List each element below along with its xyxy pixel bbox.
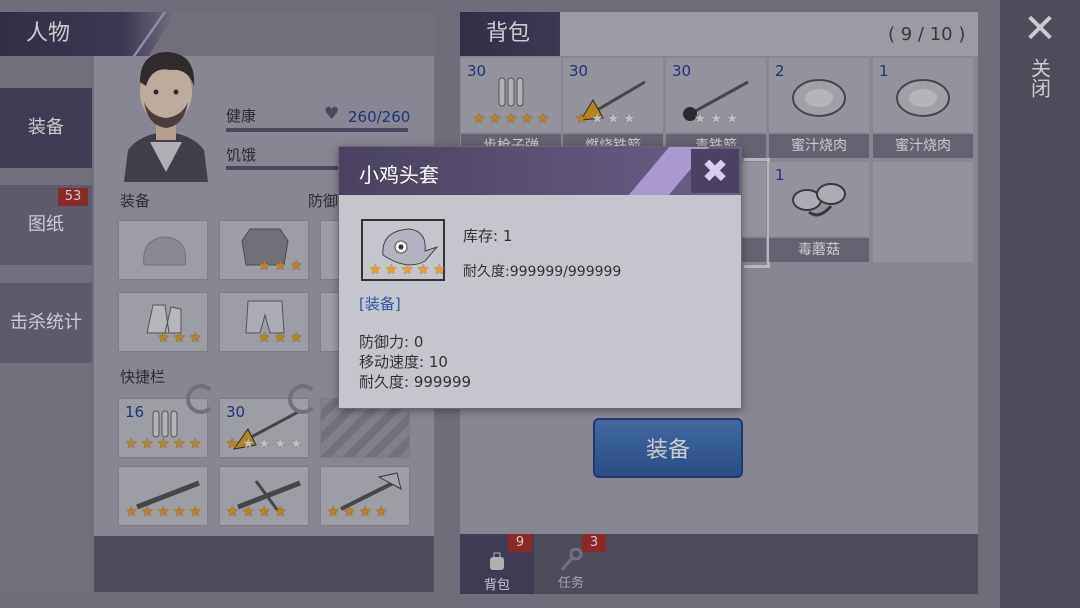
backpack-item-4[interactable]: 2 蜜汁烧肉: [769, 58, 869, 158]
popup-stock: 库存: 1: [463, 227, 513, 245]
equip-button[interactable]: 装备: [593, 418, 743, 478]
bp-stars-3: ★ ★ ★: [694, 111, 739, 127]
quickbar-section-label: 快捷栏: [120, 368, 166, 386]
defense-label: 防御: [308, 192, 339, 210]
equip-slot-gloves[interactable]: ★ ★ ★: [118, 292, 208, 352]
tab-quests-label: 任务: [557, 576, 584, 591]
quickbar-stars-5: ★ ★ ★ ★: [226, 504, 287, 520]
popup-stat-durability: 耐久度: 999999: [359, 373, 472, 391]
tab-blueprints-label: 图纸: [28, 214, 64, 235]
popup-stat-defense: 防御力: 0: [359, 333, 424, 351]
backpack-item-9[interactable]: 1 毒蘑菇: [769, 162, 869, 262]
roast-meat-icon: [792, 79, 846, 117]
equip-slot-pants[interactable]: ★ ★ ★: [219, 292, 309, 352]
popup-title: 小鸡头套: [359, 163, 439, 187]
tab-kill-stats-label: 击杀统计: [10, 312, 82, 333]
quickbar-slot-4[interactable]: ★ ★ ★ ★ ★: [118, 466, 208, 526]
swap-icon-2[interactable]: [288, 384, 318, 414]
close-icon: ✕: [1023, 6, 1057, 52]
popup-stars: ★ ★ ★ ★ ★: [369, 262, 446, 278]
quickbar-slot-5[interactable]: ★ ★ ★ ★: [219, 466, 309, 526]
quickbar-stars-1: ★ ★ ★ ★ ★: [125, 436, 202, 452]
mushroom-icon: [792, 183, 846, 217]
swap-icon[interactable]: [186, 384, 216, 414]
popup-close-button[interactable]: ✖: [691, 149, 739, 193]
backpack-badge: 9: [508, 534, 532, 552]
tab-equipment[interactable]: 装备: [0, 88, 92, 168]
backpack-item-empty[interactable]: [873, 162, 973, 262]
hunger-bar: [226, 166, 356, 170]
backpack-capacity: ( 9 / 10 ): [888, 24, 966, 45]
bp-stars-1: ★ ★ ★ ★ ★: [473, 111, 550, 127]
bp-name-9: 毒蘑菇: [769, 238, 869, 262]
bp-stars-2: ★ ★ ★ ★: [575, 111, 636, 127]
pants-stars: ★ ★ ★: [258, 330, 303, 346]
backpack-item-1[interactable]: 30 ★★★★★ 步枪子弹: [461, 58, 561, 158]
quickbar-slot-6[interactable]: ★ ★ ★ ★: [320, 466, 410, 526]
gloves-stars: ★ ★ ★: [157, 330, 202, 346]
hunger-label: 饥饿: [226, 146, 257, 164]
close-button[interactable]: ✕ 关闭: [1000, 0, 1080, 130]
blueprints-badge: 53: [58, 188, 88, 206]
backpack-item-2[interactable]: 30 ★★★★ 燃烧铁箭: [563, 58, 663, 158]
backpack-item-5[interactable]: 1 蜜汁烧肉: [873, 58, 973, 158]
heart-icon: ♥: [324, 104, 340, 124]
quickbar-stars-6: ★ ★ ★ ★: [327, 504, 388, 520]
quickbar-stars-2: ★ ★ ★ ★ ★: [226, 436, 303, 452]
selection-bracket: [744, 158, 770, 268]
quests-badge: 3: [582, 534, 606, 552]
close-label: 关闭: [1027, 58, 1052, 98]
equip-slot-helmet[interactable]: [118, 220, 208, 280]
equip-slot-armor[interactable]: ★ ★ ★: [219, 220, 309, 280]
armor-stars: ★ ★ ★: [258, 258, 303, 274]
helmet-icon: [143, 236, 187, 266]
backpack-item-3[interactable]: 30 ★★★ 毒铁箭: [666, 58, 766, 158]
equipment-section-label: 装备: [120, 192, 151, 210]
left-footer: [94, 536, 434, 592]
bp-name-5: 蜜汁烧肉: [873, 134, 973, 158]
character-portrait: [110, 42, 222, 182]
popup-item-frame: ★ ★ ★ ★ ★: [361, 219, 446, 281]
key-icon: [560, 547, 583, 571]
health-value: 260/260: [348, 108, 411, 126]
backpack-icon: [490, 552, 504, 570]
health-bar: [226, 128, 408, 132]
tab-equipment-label: 装备: [28, 117, 64, 138]
close-icon: ✖: [701, 152, 729, 190]
item-detail-popup: 小鸡头套 ✖ ★ ★ ★ ★ ★ 库存: 1 耐久度:999999/999999 [装备…: [338, 146, 742, 409]
roast-meat-icon-2: [896, 79, 950, 117]
tab-kill-stats[interactable]: 击杀统计: [0, 283, 92, 363]
popup-durability: 耐久度:999999/999999: [463, 264, 622, 280]
tab-backpack-label: 背包: [483, 578, 510, 593]
bp-name-4: 蜜汁烧肉: [769, 134, 869, 158]
quickbar-stars-4: ★ ★ ★ ★ ★: [125, 504, 202, 520]
popup-stat-speed: 移动速度: 10: [359, 353, 448, 371]
health-label: 健康: [226, 107, 257, 125]
popup-tag: [装备]: [359, 295, 401, 313]
